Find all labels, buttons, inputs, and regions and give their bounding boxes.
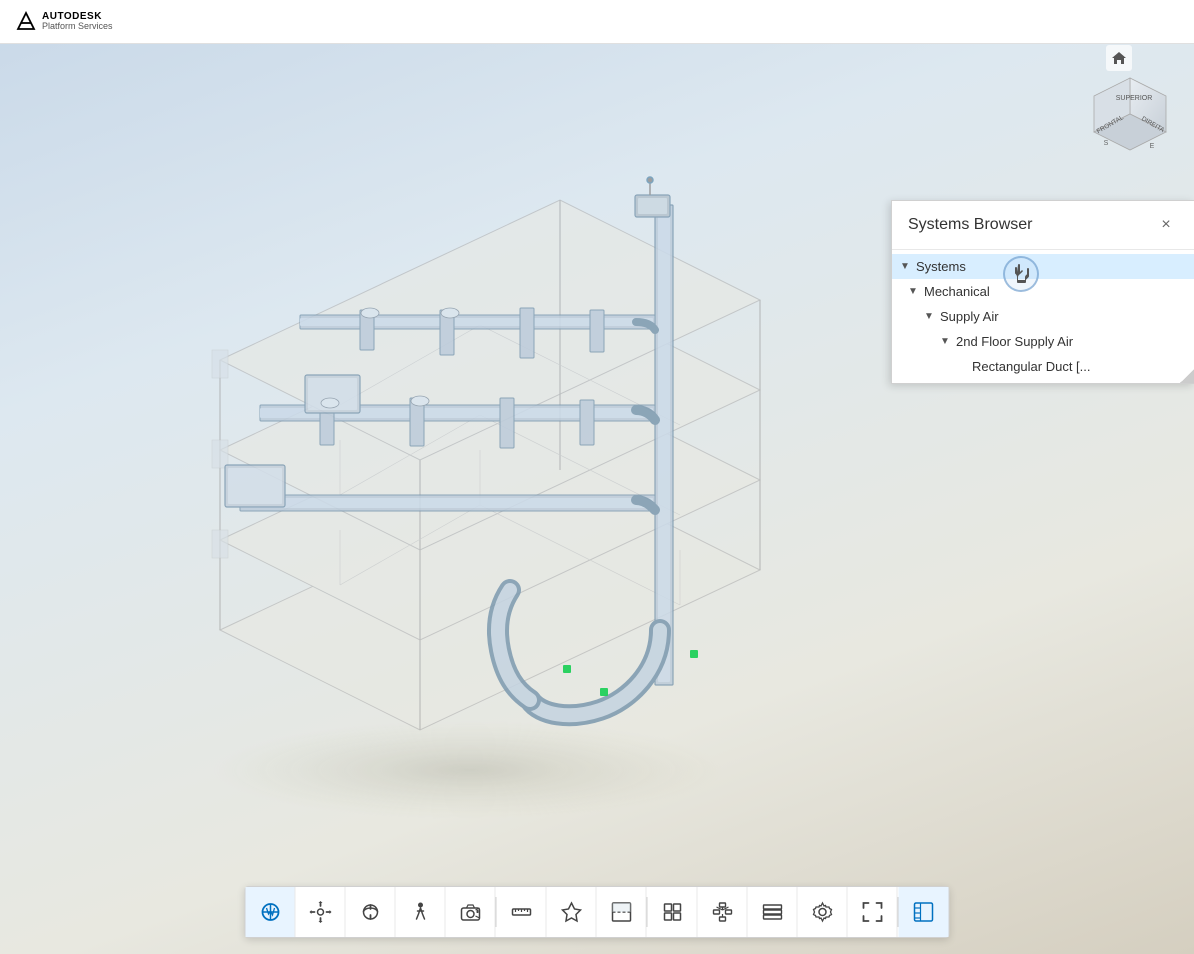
measure-icon bbox=[510, 901, 532, 923]
svg-text:SUPERIOR: SUPERIOR bbox=[1116, 95, 1153, 102]
viewcube-container[interactable]: SUPERIOR FRONTAL DIREITA S E bbox=[1076, 50, 1184, 183]
tree-label-mechanical: Mechanical bbox=[924, 284, 990, 299]
walk-tool-button[interactable] bbox=[396, 887, 446, 937]
explode-tool-button[interactable] bbox=[547, 887, 597, 937]
platform-label: Platform Services bbox=[42, 22, 113, 32]
explode-icon bbox=[560, 901, 582, 923]
pan-icon bbox=[309, 901, 331, 923]
svg-text:S: S bbox=[1104, 140, 1109, 147]
tree-arrow-supply-air bbox=[924, 311, 936, 323]
layers-icon bbox=[761, 901, 783, 923]
fullscreen-button[interactable] bbox=[848, 887, 898, 937]
tree-item-supply-air[interactable]: Supply Air bbox=[892, 304, 1194, 329]
layers-button[interactable] bbox=[748, 887, 798, 937]
toolbar bbox=[245, 886, 950, 938]
orbit-icon bbox=[359, 901, 381, 923]
viewport[interactable] bbox=[0, 0, 1194, 954]
model-browser-icon bbox=[661, 901, 683, 923]
home-button[interactable] bbox=[1106, 45, 1132, 71]
walk-icon bbox=[409, 901, 431, 923]
autodesk-logo-icon bbox=[16, 11, 36, 31]
hierarchy-icon bbox=[711, 901, 733, 923]
header-bar: AUTODESK Platform Services bbox=[0, 0, 1194, 44]
fullscreen-icon bbox=[861, 901, 883, 923]
home-icon bbox=[1111, 50, 1127, 66]
systems-browser-panel: Systems Browser × Systems Mechanical Sup… bbox=[891, 200, 1194, 384]
tree-item-mechanical[interactable]: Mechanical bbox=[892, 279, 1194, 304]
camera-tool-button[interactable] bbox=[446, 887, 496, 937]
panel-header: Systems Browser × bbox=[892, 201, 1194, 250]
systems-panel-button[interactable] bbox=[899, 887, 949, 937]
model-browser-button[interactable] bbox=[648, 887, 698, 937]
tree-label-systems: Systems bbox=[916, 259, 966, 274]
settings-button[interactable] bbox=[798, 887, 848, 937]
tree-label-2nd-floor: 2nd Floor Supply Air bbox=[956, 334, 1073, 349]
svg-text:E: E bbox=[1150, 143, 1155, 150]
orbit-tool-button[interactable] bbox=[346, 887, 396, 937]
tree-item-2nd-floor-supply-air[interactable]: 2nd Floor Supply Air bbox=[892, 329, 1194, 354]
building-3d-view bbox=[60, 50, 880, 870]
viewcube[interactable]: SUPERIOR FRONTAL DIREITA S E bbox=[1076, 70, 1184, 178]
select-icon bbox=[258, 900, 282, 924]
camera-icon bbox=[459, 901, 481, 923]
measure-tool-button[interactable] bbox=[497, 887, 547, 937]
hierarchy-button[interactable] bbox=[698, 887, 748, 937]
panel-resize-handle[interactable] bbox=[1180, 369, 1194, 383]
pan-tool-button[interactable] bbox=[296, 887, 346, 937]
tree-label-supply-air: Supply Air bbox=[940, 309, 999, 324]
tree-item-rectangular-duct[interactable]: Rectangular Duct [... bbox=[892, 354, 1194, 379]
logo-text: AUTODESK Platform Services bbox=[42, 11, 113, 32]
tree-arrow-systems bbox=[900, 261, 912, 273]
tree-arrow-mechanical bbox=[908, 286, 920, 298]
panel-close-button[interactable]: × bbox=[1154, 213, 1178, 237]
select-tool-button[interactable] bbox=[246, 887, 296, 937]
logo-area: AUTODESK Platform Services bbox=[16, 11, 113, 32]
tree-item-systems[interactable]: Systems bbox=[892, 254, 1194, 279]
section-icon bbox=[610, 901, 632, 923]
tree-arrow-2nd-floor bbox=[940, 336, 952, 348]
tree-label-rect-duct: Rectangular Duct [... bbox=[972, 359, 1091, 374]
settings-icon bbox=[811, 901, 833, 923]
panel-content: Systems Mechanical Supply Air 2nd Floor … bbox=[892, 250, 1194, 383]
panel-title: Systems Browser bbox=[908, 216, 1032, 234]
systems-panel-icon bbox=[913, 901, 935, 923]
section-tool-button[interactable] bbox=[597, 887, 647, 937]
